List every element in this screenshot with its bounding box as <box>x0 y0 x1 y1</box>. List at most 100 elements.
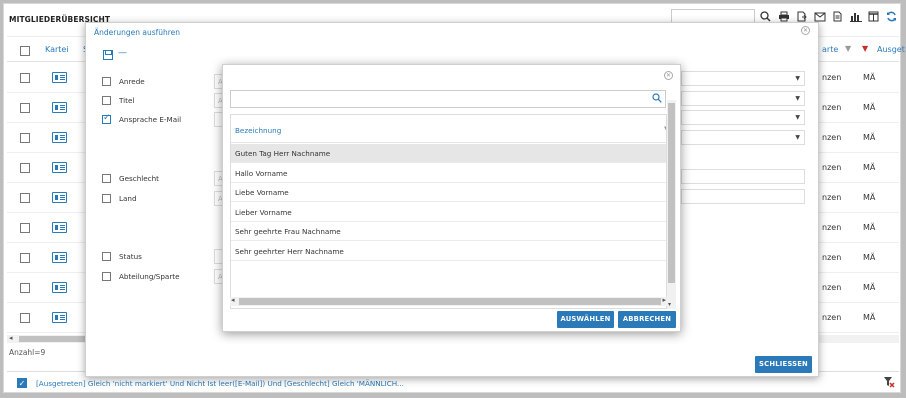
chevron-down-icon: ▼ <box>795 95 800 102</box>
record-count: Anzahl=9 <box>9 348 46 357</box>
extra-select[interactable]: ▼ <box>681 130 805 145</box>
member-card-icon[interactable] <box>52 282 67 293</box>
member-card-icon[interactable] <box>52 222 67 233</box>
chevron-down-icon: ▼ <box>795 134 800 141</box>
cell-geschlecht: MÄ <box>863 73 876 82</box>
column-header-ausgetreten[interactable]: Ausget <box>877 45 905 54</box>
cell-sparte: nzen <box>822 163 842 172</box>
cell-geschlecht: MÄ <box>863 103 876 112</box>
column-header-bezeichnung[interactable]: Bezeichnung <box>235 126 281 135</box>
cell-geschlecht: MÄ <box>863 313 876 322</box>
save-icon[interactable] <box>103 50 113 60</box>
scroll-down-arrow-icon[interactable]: ▾ <box>668 301 671 308</box>
field-checkbox-titel[interactable] <box>102 96 111 105</box>
row-checkbox[interactable] <box>20 73 30 83</box>
member-card-icon[interactable] <box>52 132 67 143</box>
cancel-button[interactable]: ABBRECHEN <box>618 311 676 328</box>
refresh-icon[interactable] <box>885 10 898 23</box>
list-header: Bezeichnung ▼ <box>231 115 666 143</box>
cell-sparte: nzen <box>822 313 842 322</box>
member-card-icon[interactable] <box>52 72 67 83</box>
chart-icon[interactable] <box>849 10 862 23</box>
list-item[interactable]: Lieber Vorname <box>231 203 666 222</box>
field-checkbox-status[interactable] <box>102 252 111 261</box>
column-header-kartei[interactable]: Kartei <box>45 45 69 54</box>
field-label: Titel <box>119 96 135 105</box>
list-horizontal-scrollbar[interactable]: ◂ ▸ <box>230 296 667 306</box>
member-card-icon[interactable] <box>52 312 67 323</box>
field-checkbox-geschlecht[interactable] <box>102 174 111 183</box>
filter-enabled-checkbox[interactable]: ✓ <box>17 378 27 388</box>
geschlecht-field-right[interactable] <box>681 169 805 184</box>
close-icon[interactable]: ✕ <box>801 26 810 35</box>
field-label: Geschlecht <box>119 174 159 183</box>
active-filter-icon[interactable]: ▼ <box>862 44 868 53</box>
list-item-label: Sehr geehrter Herr Nachname <box>235 246 344 256</box>
cell-sparte: nzen <box>822 283 842 292</box>
columns-icon[interactable] <box>867 10 880 23</box>
close-button[interactable]: SCHLIESSEN <box>755 356 812 373</box>
list-item-label: Liebe Vorname <box>235 188 289 197</box>
land-field-right[interactable] <box>681 189 805 204</box>
list-item[interactable]: Guten Tag Herr Nachname <box>231 144 666 163</box>
row-checkbox[interactable] <box>20 133 30 143</box>
column-header-sparte[interactable]: arte <box>822 45 838 54</box>
chevron-down-icon: ▼ <box>795 114 800 121</box>
member-card-icon[interactable] <box>52 102 67 113</box>
cell-sparte: nzen <box>822 133 842 142</box>
scroll-left-arrow-icon[interactable]: ◂ <box>9 334 13 342</box>
titel-select[interactable]: ▼ <box>681 91 805 106</box>
field-label: Abteilung/Sparte <box>119 272 180 281</box>
list-item-label: Guten Tag Herr Nachname <box>235 149 331 158</box>
list-item[interactable]: Hallo Vorname <box>231 164 666 183</box>
member-card-icon[interactable] <box>52 192 67 203</box>
row-checkbox[interactable] <box>20 283 30 293</box>
row-checkbox[interactable] <box>20 193 30 203</box>
search-icon[interactable] <box>652 93 662 107</box>
select-all-checkbox[interactable] <box>20 46 30 56</box>
scrollbar-thumb[interactable] <box>19 336 89 342</box>
row-checkbox[interactable] <box>20 253 30 263</box>
row-checkbox[interactable] <box>20 103 30 113</box>
member-card-icon[interactable] <box>52 162 67 173</box>
clear-filter-icon[interactable] <box>883 376 895 391</box>
selection-search-input[interactable] <box>230 90 666 108</box>
list-item-label: Sehr geehrte Frau Nachname <box>235 227 341 236</box>
scroll-left-arrow-icon[interactable]: ◂ <box>231 296 235 304</box>
row-checkbox[interactable] <box>20 313 30 323</box>
dialog-title: Änderungen ausführen <box>94 28 181 37</box>
letter-icon[interactable] <box>831 10 844 23</box>
cell-geschlecht: MÄ <box>863 133 876 142</box>
list-item[interactable]: Sehr geehrter Herr Nachname <box>231 242 666 261</box>
field-checkbox-land[interactable] <box>102 194 111 203</box>
cell-geschlecht: MÄ <box>863 163 876 172</box>
list-item-label: Hallo Vorname <box>235 168 288 178</box>
member-card-icon[interactable] <box>52 252 67 263</box>
field-checkbox-anrede[interactable] <box>102 77 111 86</box>
field-checkbox-abteilung[interactable] <box>102 272 111 281</box>
field-checkbox-ansprache[interactable] <box>102 113 111 124</box>
ansprache-select[interactable]: ▼ <box>681 110 805 125</box>
cell-geschlecht: MÄ <box>863 253 876 262</box>
list-vertical-scrollbar[interactable]: ▾ <box>667 100 676 309</box>
select-button[interactable]: AUSWÄHLEN <box>557 311 614 328</box>
close-icon[interactable]: ✕ <box>664 71 673 80</box>
anrede-select[interactable]: ▼ <box>681 71 805 86</box>
cell-geschlecht: MÄ <box>863 223 876 232</box>
scrollbar-thumb[interactable] <box>668 103 675 283</box>
field-label: Status <box>119 252 142 261</box>
cell-geschlecht: MÄ <box>863 193 876 202</box>
scrollbar-thumb[interactable] <box>239 298 661 305</box>
row-checkbox[interactable] <box>20 163 30 173</box>
scroll-right-arrow-icon[interactable]: ▸ <box>662 296 666 304</box>
cell-sparte: nzen <box>822 103 842 112</box>
filter-icon[interactable]: ▼ <box>845 44 851 53</box>
cell-sparte: nzen <box>822 253 842 262</box>
cell-sparte: nzen <box>822 223 842 232</box>
filter-expression-link[interactable]: [Ausgetreten] Gleich 'nicht markiert' Un… <box>36 379 404 388</box>
list-item[interactable]: Sehr geehrte Frau Nachname <box>231 222 666 241</box>
field-label: Anrede <box>119 77 145 86</box>
row-checkbox[interactable] <box>20 223 30 233</box>
list-item[interactable]: Liebe Vorname <box>231 183 666 202</box>
chevron-down-icon: ▼ <box>795 75 800 82</box>
